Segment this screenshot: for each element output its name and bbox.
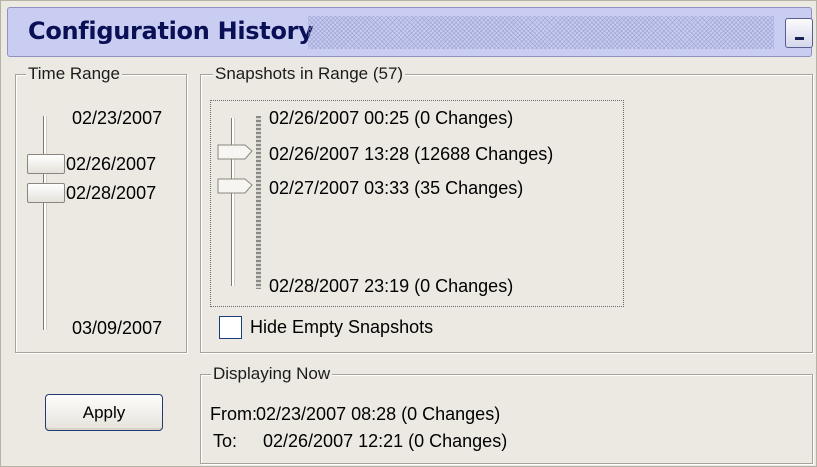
time-range-bottom-date: 03/09/2007 (72, 318, 163, 338)
displaying-from-label: From: (210, 404, 257, 424)
time-range-slider-track[interactable] (43, 116, 47, 330)
configuration-history-panel: Configuration History Time Range 02/23/2… (0, 0, 817, 467)
time-range-end-date: 02/28/2007 (66, 183, 157, 203)
panel-title: Configuration History (28, 17, 314, 45)
apply-button[interactable]: Apply (45, 394, 163, 431)
displaying-now-legend: Displaying Now (211, 364, 333, 384)
hide-empty-snapshots-checkbox[interactable] (219, 316, 242, 339)
time-range-legend: Time Range (26, 64, 122, 84)
displaying-from-value: 02/23/2007 08:28 (0 Changes) (256, 404, 501, 424)
snapshot-item[interactable]: 02/28/2007 23:19 (0 Changes) (269, 276, 513, 297)
hide-empty-snapshots-label[interactable]: Hide Empty Snapshots (250, 317, 433, 338)
snapshot-item[interactable]: 02/26/2007 13:28 (12688 Changes) (269, 144, 553, 165)
displaying-to-value: 02/26/2007 12:21 (0 Changes) (263, 431, 508, 451)
displaying-to-label: To: (213, 431, 238, 451)
title-bar: Configuration History (7, 7, 813, 57)
snapshot-start-thumb[interactable] (217, 142, 253, 162)
snapshots-legend: Snapshots in Range (57) (213, 64, 406, 84)
time-range-top-date: 02/23/2007 (72, 108, 163, 128)
snapshot-end-thumb[interactable] (217, 176, 253, 196)
snapshot-item[interactable]: 02/27/2007 03:33 (35 Changes) (269, 178, 523, 199)
time-range-start-date: 02/26/2007 (66, 154, 157, 174)
snapshot-ticks (256, 116, 261, 289)
time-range-end-thumb[interactable] (27, 183, 65, 203)
minimize-icon (795, 37, 804, 40)
title-bar-pattern (308, 16, 774, 49)
snapshot-item[interactable]: 02/26/2007 00:25 (0 Changes) (269, 108, 513, 129)
time-range-start-thumb[interactable] (27, 154, 65, 174)
minimize-button[interactable] (785, 18, 813, 48)
